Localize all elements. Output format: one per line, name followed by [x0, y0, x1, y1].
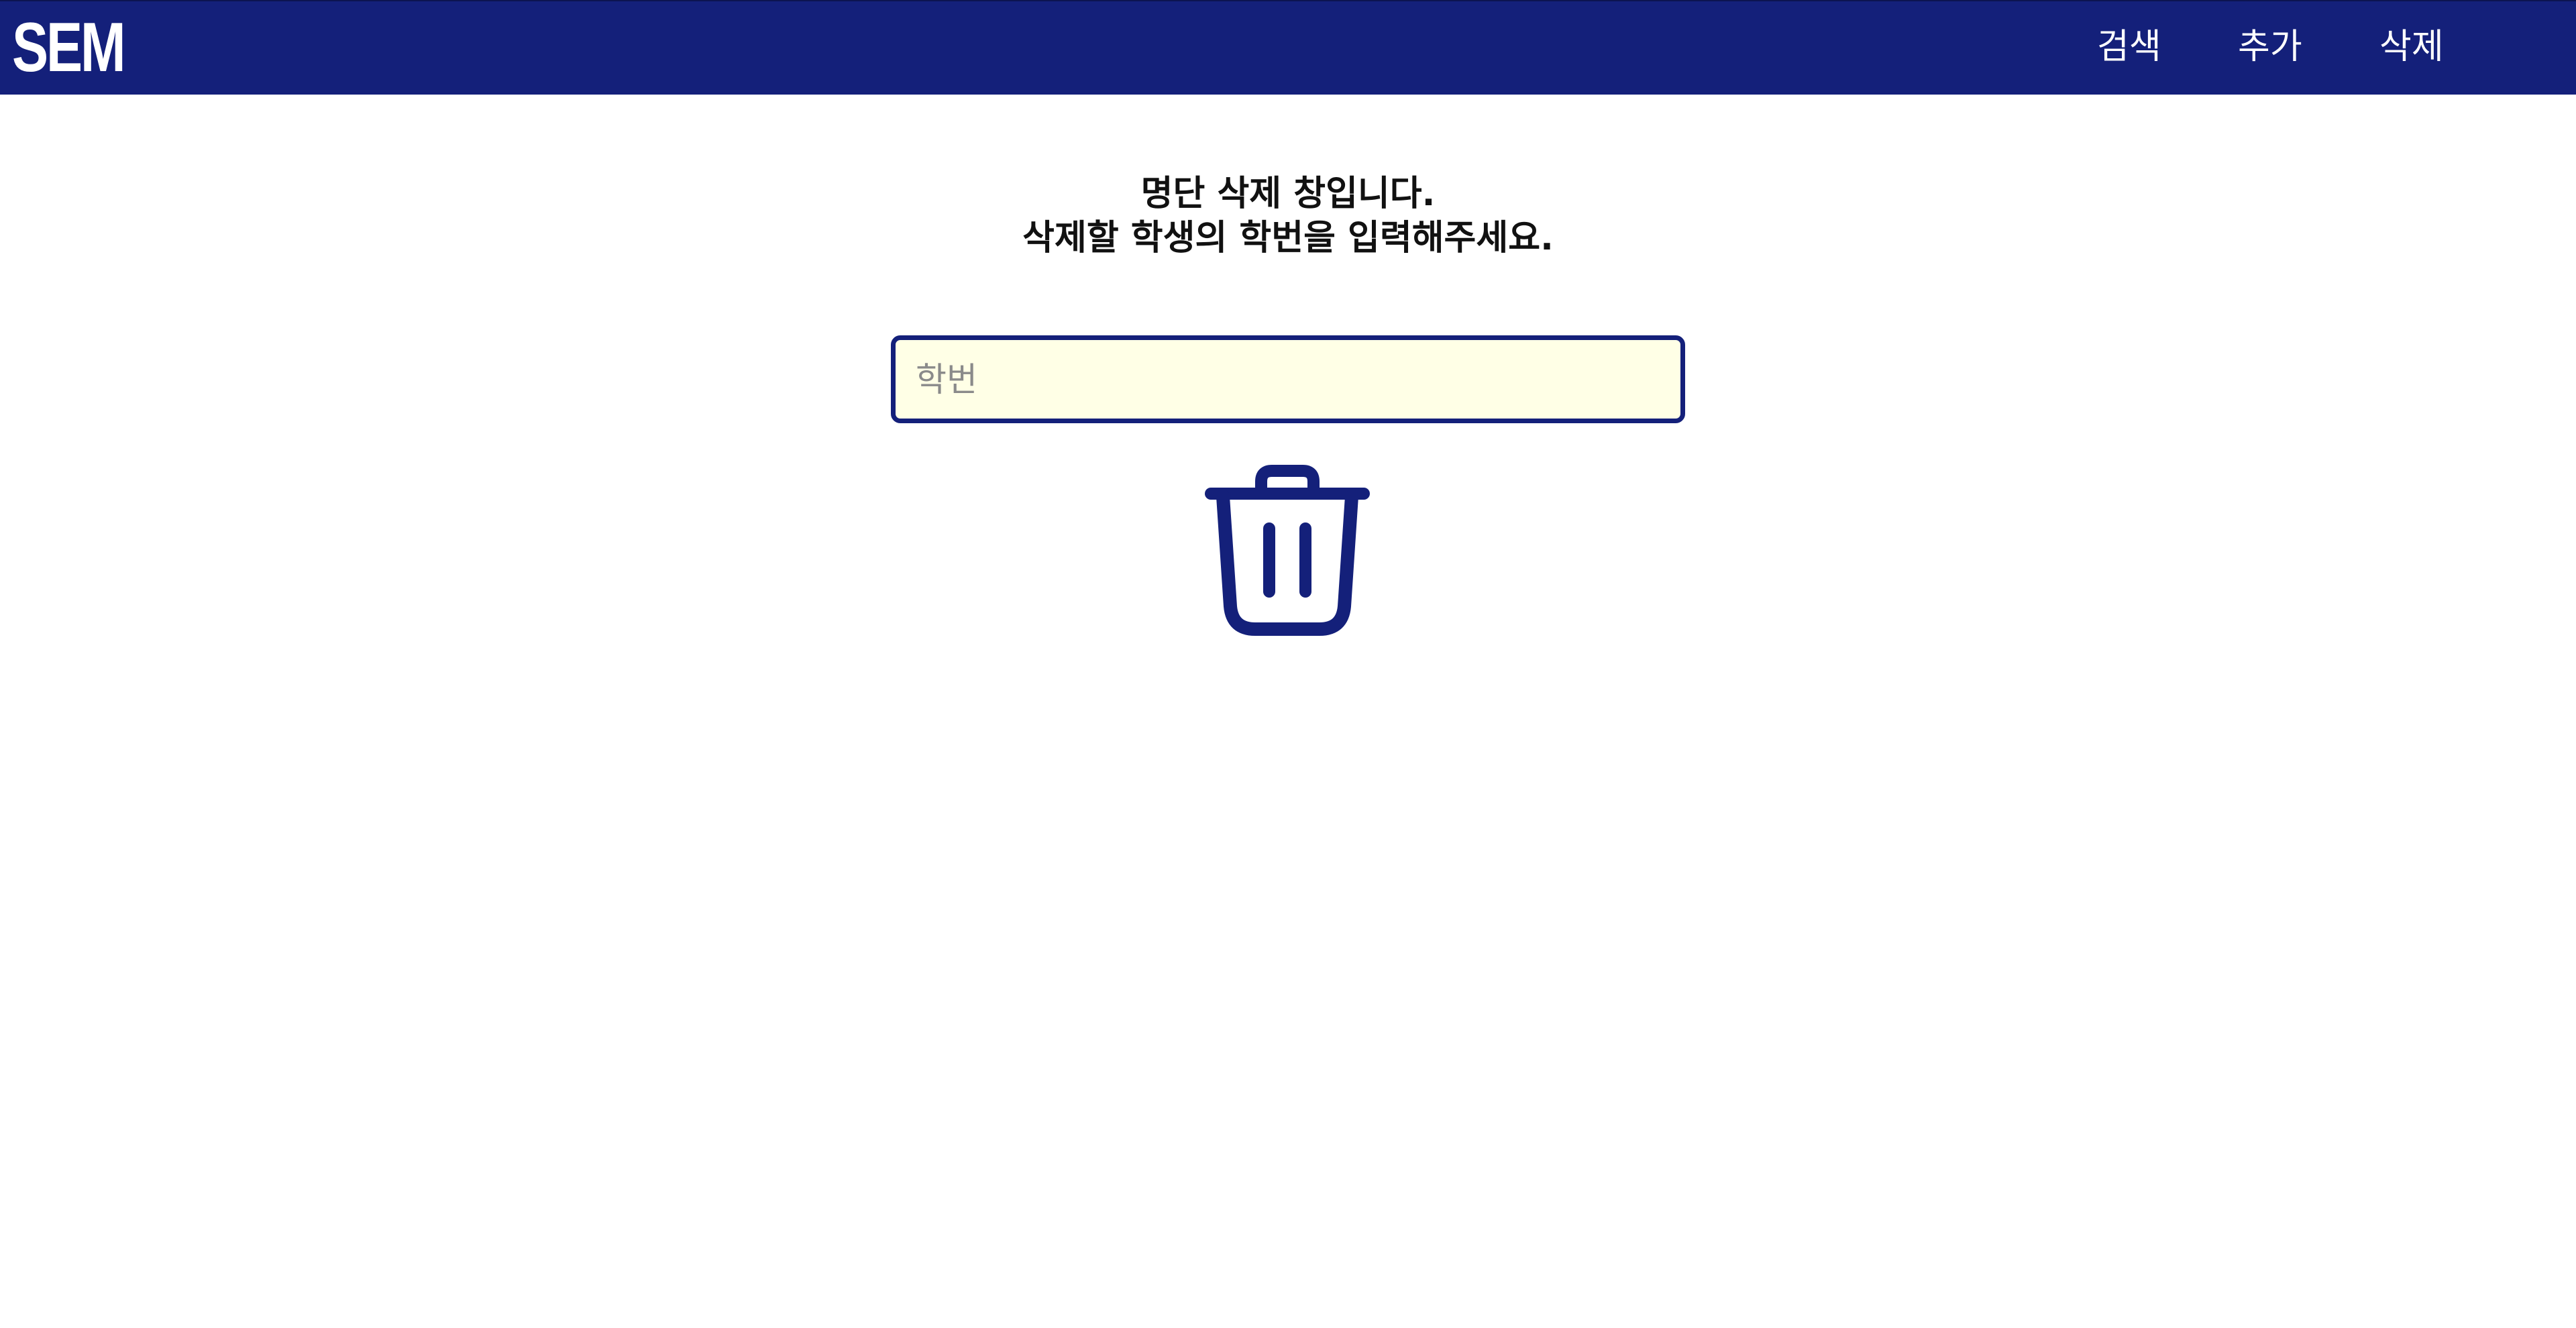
student-id-input[interactable] — [891, 335, 1685, 423]
logo[interactable]: SEM — [12, 11, 126, 85]
nav-search[interactable]: 검색 — [2097, 20, 2161, 74]
heading-line-2: 삭제할 학생의 학번을 입력해주세요. — [1022, 218, 1554, 258]
delete-button[interactable] — [1205, 463, 1370, 637]
page-heading: 명단 삭제 창입니다. 삭제할 학생의 학번을 입력해주세요. — [0, 172, 2576, 260]
nav-delete[interactable]: 삭제 — [2379, 20, 2444, 74]
heading-line-1: 명단 삭제 창입니다. — [1140, 174, 1436, 214]
trash-icon — [1205, 465, 1370, 636]
top-navbar: SEM 검색 추가 삭제 — [0, 0, 2576, 95]
nav-add[interactable]: 추가 — [2238, 20, 2302, 74]
